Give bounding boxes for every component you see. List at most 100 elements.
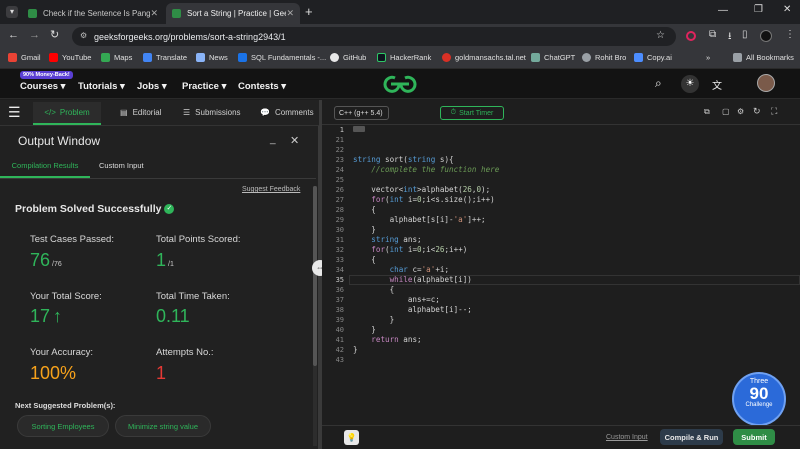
check-circle-icon: ✓ xyxy=(164,204,175,214)
line-number: 38 xyxy=(335,306,344,314)
side-panel-icon[interactable]: ▯ xyxy=(742,29,748,40)
line-number: 31 xyxy=(335,236,344,244)
forward-icon[interactable]: → xyxy=(29,29,40,41)
close-output-icon[interactable]: ✕ xyxy=(290,134,299,147)
back-icon[interactable]: ← xyxy=(8,29,19,41)
close-tab-icon[interactable]: ✕ xyxy=(286,8,294,19)
menu-kebab-icon[interactable]: ⋮ xyxy=(785,29,795,40)
start-timer-button[interactable]: ⏱ Start Timer xyxy=(440,106,504,120)
youtube-icon xyxy=(49,53,58,62)
minimize-window-icon[interactable]: — xyxy=(718,5,728,16)
translate-icon xyxy=(143,53,152,62)
code-line: alphabet[s[i]-'a']++; xyxy=(353,215,486,224)
copy-icon[interactable]: ⧉ xyxy=(704,107,710,117)
reload-icon[interactable]: ↻ xyxy=(50,28,59,41)
tab-custom-input[interactable]: Custom Input xyxy=(99,161,144,170)
fullscreen-icon[interactable]: ⛶ xyxy=(771,106,777,117)
extensions-icon[interactable]: ⧉ xyxy=(709,29,716,40)
time-taken-label: Total Time Taken: xyxy=(156,291,230,302)
nav-contests[interactable]: Contests ▾ xyxy=(238,81,286,92)
folder-icon xyxy=(733,53,742,62)
file-icon[interactable]: ▢ xyxy=(722,107,730,116)
tab-compilation-results[interactable]: Compilation Results xyxy=(0,154,90,178)
bookmark-translate[interactable]: Translate xyxy=(143,53,187,62)
bookmark-star-icon[interactable]: ☆ xyxy=(656,30,665,41)
url-input[interactable]: ⚙ geeksforgeeks.org/problems/sort-a-stri… xyxy=(72,27,676,46)
bookmark-rohit[interactable]: Rohit Bro xyxy=(582,53,626,62)
language-select[interactable]: C++ (g++ 5.4) xyxy=(334,106,389,120)
line-number: 27 xyxy=(335,196,344,204)
timer-icon: ⏱ xyxy=(450,109,457,116)
bookmark-github[interactable]: GitHub xyxy=(330,53,366,62)
comments-icon: 💬 xyxy=(260,108,270,117)
code-line: //complete the function here xyxy=(353,165,500,174)
line-number: 21 xyxy=(335,136,344,144)
bookmark-youtube[interactable]: YouTube xyxy=(49,53,91,62)
submissions-icon: ☰ xyxy=(183,108,191,117)
user-avatar[interactable] xyxy=(757,74,775,92)
status-line: Problem Solved Successfully ✓ xyxy=(15,203,175,215)
bookmark-goldman[interactable]: goldmansachs.tal.net xyxy=(442,53,526,62)
points-scored-value: 1/1 xyxy=(156,250,174,270)
settings-icon[interactable]: ⚙ xyxy=(737,107,744,116)
nav-jobs[interactable]: Jobs ▾ xyxy=(137,81,167,92)
tab-list-button[interactable]: ▾ xyxy=(6,6,18,18)
browser-tab-2[interactable]: Sort a String | Practice | GeeksforG... … xyxy=(166,3,300,24)
code-line: } xyxy=(353,225,376,234)
all-bookmarks[interactable]: All Bookmarks xyxy=(733,53,794,62)
gfg-logo[interactable] xyxy=(383,75,417,93)
tab-problem[interactable]: </> Problem xyxy=(33,102,101,125)
bookmark-chatgpt[interactable]: ChatGPT xyxy=(531,53,575,62)
profile-avatar[interactable] xyxy=(760,30,772,42)
compile-run-button[interactable]: Compile & Run xyxy=(660,429,723,445)
close-window-icon[interactable]: ✕ xyxy=(783,4,791,15)
reset-icon[interactable]: ↻ xyxy=(753,106,761,117)
code-line: string ans; xyxy=(371,235,422,244)
output-scrollbar[interactable] xyxy=(313,186,317,446)
download-icon[interactable]: ⭳ xyxy=(728,29,732,46)
next-problem-chip[interactable]: Sorting Employees xyxy=(17,415,109,437)
next-problems-label: Next Suggested Problem(s): xyxy=(15,401,116,410)
submit-button[interactable]: Submit xyxy=(733,429,775,445)
three-90-challenge-badge[interactable]: Three 90 Challenge xyxy=(732,372,786,426)
folded-code-marker[interactable] xyxy=(353,126,365,132)
problem-tabs: ☰ </> Problem ▤ Editorial ☰ Submissions 💬 Co… xyxy=(0,100,319,126)
nav-courses[interactable]: Courses ▾ xyxy=(20,81,65,92)
hint-bulb-icon[interactable]: 💡 xyxy=(344,430,359,445)
new-tab-button[interactable]: + xyxy=(305,4,313,19)
custom-input-link[interactable]: Custom Input xyxy=(606,434,648,441)
bookmark-news[interactable]: News xyxy=(196,53,228,62)
scrollbar-thumb[interactable] xyxy=(313,186,317,366)
suggest-feedback-link[interactable]: Suggest Feedback xyxy=(242,186,300,193)
nav-practice[interactable]: Practice ▾ xyxy=(182,81,226,92)
address-toolbar: ← → ↻ ⚙ geeksforgeeks.org/problems/sort-… xyxy=(0,24,800,49)
points-scored-label: Total Points Scored: xyxy=(156,234,241,245)
bookmark-hackerrank[interactable]: HackerRank xyxy=(377,53,431,62)
theme-toggle-icon[interactable]: ☀ xyxy=(681,75,699,93)
browser-tab-1[interactable]: Check if the Sentence Is Pangra... ✕ xyxy=(22,3,164,24)
restore-window-icon[interactable]: ❐ xyxy=(754,4,763,15)
line-number: 43 xyxy=(335,356,344,364)
search-icon[interactable]: ⌕ xyxy=(655,76,662,91)
line-number: 23 xyxy=(335,156,344,164)
extension-record-icon[interactable] xyxy=(686,31,696,41)
next-problem-chip[interactable]: Minimize string value xyxy=(115,415,211,437)
hamburger-menu-icon[interactable]: ☰ xyxy=(8,104,21,121)
tab-editorial[interactable]: ▤ Editorial xyxy=(120,108,161,117)
tab-comments[interactable]: 💬 Comments xyxy=(260,108,314,117)
nav-tutorials[interactable]: Tutorials ▾ xyxy=(78,81,125,92)
site-info-icon[interactable]: ⚙ xyxy=(80,31,87,40)
minimize-output-icon[interactable]: _ xyxy=(270,134,276,145)
translate-icon[interactable]: 文 xyxy=(712,77,722,92)
bookmark-copyai[interactable]: Copy.ai xyxy=(634,53,672,62)
line-number: 29 xyxy=(335,216,344,224)
site-navbar: 90% Money-Back! Courses ▾ Tutorials ▾ Jo… xyxy=(0,69,800,99)
goldman-icon xyxy=(442,53,451,62)
bookmark-sql[interactable]: SQL Fundamentals -... xyxy=(238,53,326,62)
tab-submissions[interactable]: ☰ Submissions xyxy=(183,108,241,117)
close-tab-icon[interactable]: ✕ xyxy=(150,8,158,19)
bookmark-gmail[interactable]: Gmail xyxy=(8,53,41,62)
more-bookmarks-icon[interactable]: » xyxy=(706,53,710,62)
code-line: { xyxy=(353,255,376,264)
bookmark-maps[interactable]: Maps xyxy=(101,53,132,62)
